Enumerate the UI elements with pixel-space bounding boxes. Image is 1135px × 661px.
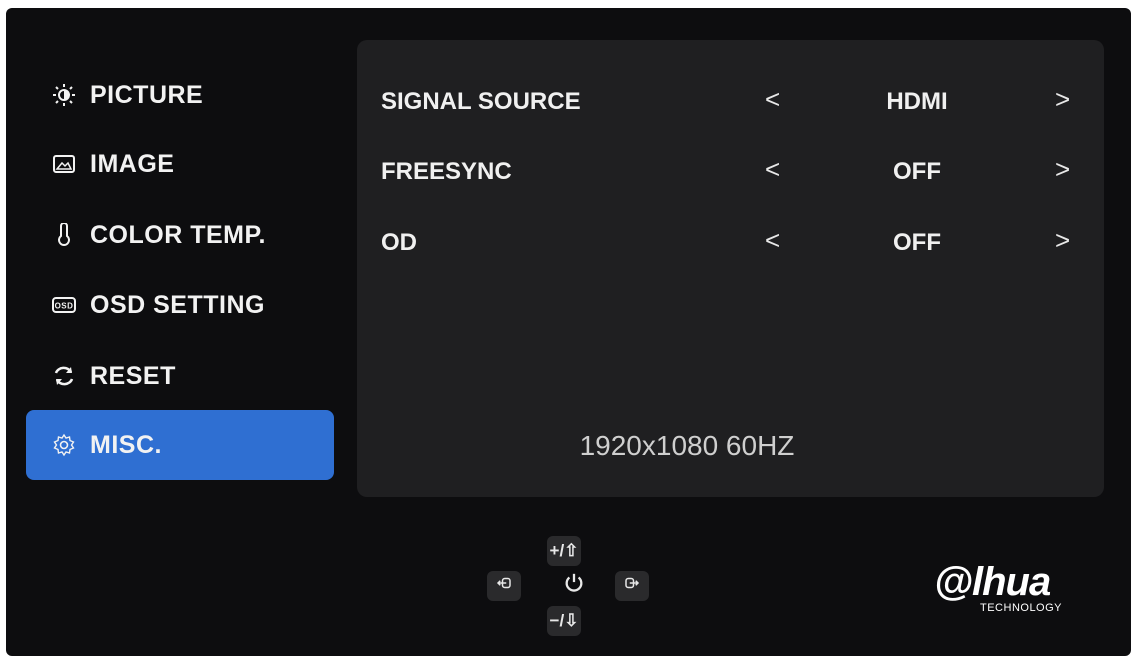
thermometer-icon bbox=[52, 223, 76, 247]
sidebar-item-misc[interactable]: MISC. bbox=[26, 410, 334, 480]
osd-screen: PICTURE IMAGE COLOR TEMP. OSD OSD SETTIN… bbox=[6, 8, 1131, 656]
chevron-right-icon[interactable]: > bbox=[1055, 154, 1070, 185]
enter-icon bbox=[623, 574, 641, 598]
gear-icon bbox=[52, 433, 76, 457]
sidebar-item-label: OSD SETTING bbox=[90, 290, 265, 319]
sidebar-item-label: MISC. bbox=[90, 430, 162, 459]
exit-icon bbox=[495, 574, 513, 598]
reset-icon bbox=[52, 364, 76, 388]
setting-row-freesync[interactable]: FREESYNC < OFF > bbox=[357, 152, 1104, 192]
setting-value: OFF bbox=[893, 229, 941, 256]
chevron-left-icon[interactable]: < bbox=[765, 84, 780, 115]
down-key-label: −/⇩ bbox=[549, 611, 579, 630]
power-icon bbox=[563, 572, 585, 600]
brand-logo: @lhua TECHNOLOGY bbox=[934, 560, 1084, 620]
chevron-left-icon[interactable]: < bbox=[765, 154, 780, 185]
up-key[interactable]: +/⇧ bbox=[547, 536, 581, 566]
resolution-status: 1920x1080 60HZ bbox=[357, 430, 1017, 462]
brightness-icon bbox=[52, 83, 76, 107]
sidebar-item-label: COLOR TEMP. bbox=[90, 220, 266, 249]
chevron-right-icon[interactable]: > bbox=[1055, 225, 1070, 256]
power-key[interactable] bbox=[557, 571, 591, 601]
setting-value: HDMI bbox=[886, 88, 948, 115]
setting-label: SIGNAL SOURCE bbox=[381, 88, 581, 115]
sidebar-item-label: IMAGE bbox=[90, 149, 175, 178]
svg-text:OSD: OSD bbox=[55, 302, 74, 311]
sidebar-item-osd-setting[interactable]: OSD OSD SETTING bbox=[26, 270, 334, 340]
image-icon bbox=[52, 152, 76, 176]
setting-label: FREESYNC bbox=[381, 158, 512, 185]
exit-key[interactable] bbox=[487, 571, 521, 601]
enter-key[interactable] bbox=[615, 571, 649, 601]
setting-row-signal-source[interactable]: SIGNAL SOURCE < HDMI > bbox=[357, 82, 1104, 122]
resolution-text: 1920x1080 60HZ bbox=[579, 430, 795, 461]
setting-row-od[interactable]: OD < OFF > bbox=[357, 223, 1104, 263]
chevron-left-icon[interactable]: < bbox=[765, 225, 780, 256]
sidebar-item-reset[interactable]: RESET bbox=[26, 341, 334, 411]
up-key-label: +/⇧ bbox=[549, 541, 579, 560]
sidebar-item-color-temp[interactable]: COLOR TEMP. bbox=[26, 200, 334, 270]
down-key[interactable]: −/⇩ bbox=[547, 606, 581, 636]
setting-value: OFF bbox=[893, 158, 941, 185]
osd-icon: OSD bbox=[52, 293, 76, 317]
logo-text: @lhua bbox=[934, 560, 1051, 604]
sidebar-item-label: PICTURE bbox=[90, 80, 204, 109]
setting-label: OD bbox=[381, 229, 417, 256]
chevron-right-icon[interactable]: > bbox=[1055, 84, 1070, 115]
logo-subtext: TECHNOLOGY bbox=[980, 602, 1063, 614]
sidebar-item-image[interactable]: IMAGE bbox=[26, 129, 334, 199]
sidebar-item-label: RESET bbox=[90, 361, 176, 390]
sidebar-item-picture[interactable]: PICTURE bbox=[26, 60, 334, 130]
settings-panel: SIGNAL SOURCE < HDMI > FREESYNC < OFF > … bbox=[357, 40, 1104, 497]
